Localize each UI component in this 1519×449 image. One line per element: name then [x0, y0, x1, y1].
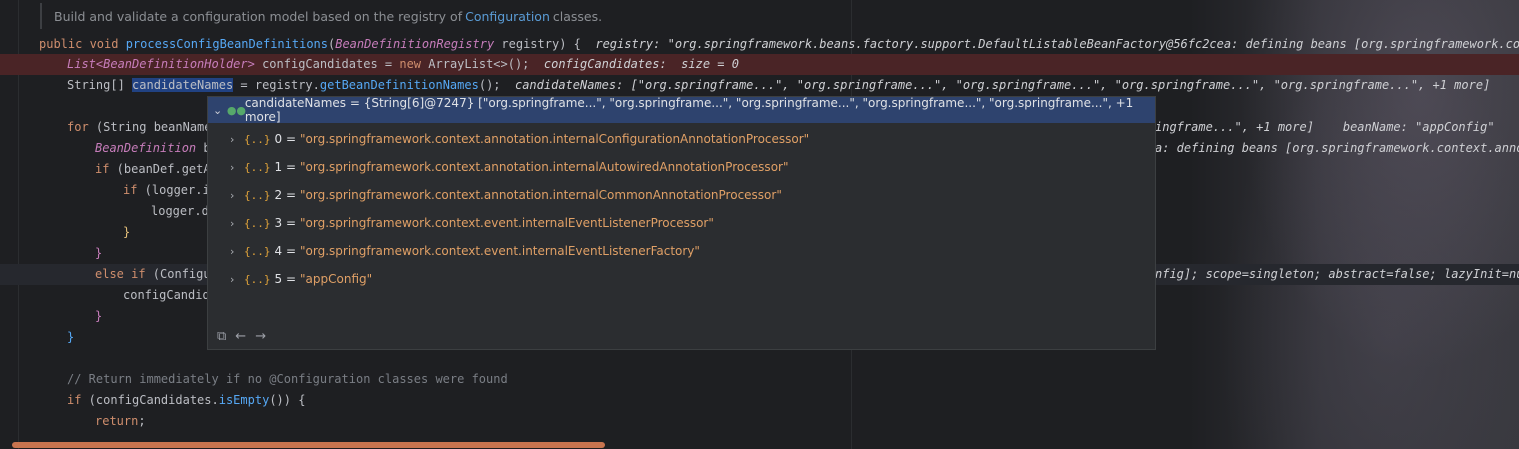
generic-type: <BeanDefinitionHolder> [95, 57, 255, 71]
debug-value-popup[interactable]: ⌄ ●● candidateNames = {String[6]@7247} [… [207, 96, 1156, 350]
keyword: else if [95, 267, 146, 281]
object-icon: {..} [244, 272, 271, 286]
param-rest: registry) { [494, 37, 581, 51]
code-line[interactable]: public void processConfigBeanDefinitions… [0, 34, 1519, 55]
keyword: new [399, 57, 429, 71]
code-editor[interactable]: Build and validate a configuration model… [0, 0, 1519, 449]
debug-inline-value: a: defining beans [org.springframework.c… [1155, 141, 1519, 155]
method-call: getBeanDefinitionNames [319, 78, 479, 92]
horizontal-scrollbar[interactable] [12, 442, 605, 448]
code-text: = registry. [233, 78, 320, 92]
param-type: BeanDefinitionRegistry [335, 37, 495, 51]
object-icon: {..} [244, 216, 271, 230]
popup-header-row[interactable]: ⌄ ●● candidateNames = {String[6]@7247} [… [208, 96, 1155, 124]
code-line[interactable]: return; [0, 411, 1519, 432]
keyword: public void [39, 37, 126, 51]
code-line-breakpoint[interactable]: List<BeanDefinitionHolder> configCandida… [0, 54, 1519, 75]
element-index: 2 = [274, 188, 297, 202]
array-element-row[interactable]: › {..} 2 = "org.springframework.context.… [208, 181, 1155, 209]
code-text: (String beanName [88, 120, 212, 134]
code-text: (logger.i [137, 183, 210, 197]
code-text: configCandid [123, 288, 210, 302]
doc-suffix: classes. [552, 8, 603, 24]
element-value: "org.springframework.context.annotation.… [300, 160, 789, 174]
keyword: if [67, 393, 82, 407]
chevron-right-icon[interactable]: › [230, 189, 242, 202]
code-comment: // Return immediately if no @Configurati… [67, 372, 508, 386]
brace: } [67, 330, 75, 344]
element-index: 0 = [274, 132, 297, 146]
keyword: if [95, 162, 110, 176]
chevron-right-icon[interactable]: › [230, 245, 242, 258]
element-value: "org.springframework.context.annotation.… [300, 132, 810, 146]
watch-glasses-icon: ●● [226, 103, 247, 117]
element-value: "org.springframework.context.event.inter… [300, 216, 714, 230]
array-element-row[interactable]: › {..} 5 = "appConfig" [208, 265, 1155, 293]
back-arrow-icon[interactable]: ← [235, 329, 246, 344]
popup-header-text: candidateNames = {String[6]@7247} ["org.… [244, 96, 1134, 124]
brace: } [123, 225, 131, 239]
element-index: 3 = [274, 216, 297, 230]
element-value: "appConfig" [300, 272, 373, 286]
code-text: ()) { [269, 393, 306, 407]
chevron-down-icon[interactable]: ⌄ [213, 104, 223, 117]
code-text: (configCandidates. [81, 393, 219, 407]
constructor: ArrayList<>(); [428, 57, 530, 71]
selected-identifier[interactable]: candidateNames [132, 78, 234, 92]
debug-inline-value: ingframe...", +1 more] beanName: "appCon… [1155, 120, 1495, 134]
brace: } [95, 309, 103, 323]
javadoc-rendered: Build and validate a configuration model… [40, 3, 602, 29]
object-icon: {..} [244, 244, 271, 258]
debug-inline-value: candidateNames: ["org.springframe...", "… [514, 78, 1491, 92]
doc-text: Build and validate a configuration model… [54, 8, 463, 24]
chevron-right-icon[interactable]: › [230, 161, 242, 174]
object-icon: {..} [244, 132, 271, 146]
type-name: String[] [67, 78, 133, 92]
element-value: "org.springframework.context.annotation.… [300, 188, 782, 202]
keyword: for [67, 120, 89, 134]
forward-arrow-icon[interactable]: → [255, 329, 266, 344]
array-element-row[interactable]: › {..} 4 = "org.springframework.context.… [208, 237, 1155, 265]
code-text: (beanDef.getA [109, 162, 211, 176]
method-name: processConfigBeanDefinitions [125, 37, 328, 51]
doc-link[interactable]: Configuration [465, 9, 550, 24]
chevron-right-icon[interactable]: › [230, 217, 242, 230]
code-text: ; [138, 414, 146, 428]
type-name: BeanDefinition [95, 141, 197, 155]
chevron-right-icon[interactable]: › [230, 273, 242, 286]
object-icon: {..} [244, 160, 271, 174]
code-text: (); [478, 78, 501, 92]
popup-toolbar: ⧉ ← → [208, 323, 1155, 349]
array-element-row[interactable]: › {..} 0 = "org.springframework.context.… [208, 125, 1155, 153]
keyword: return [95, 414, 139, 428]
element-index: 5 = [274, 272, 297, 286]
code-text: (Configu [145, 267, 211, 281]
keyword: if [123, 183, 138, 197]
code-line[interactable]: String[] candidateNames = registry.getBe… [0, 75, 1519, 96]
array-element-row[interactable]: › {..} 3 = "org.springframework.context.… [208, 209, 1155, 237]
element-value: "org.springframework.context.event.inter… [300, 244, 700, 258]
code-text: logger.d [151, 204, 209, 218]
pin-icon[interactable]: ⧉ [217, 329, 226, 344]
method-call: isEmpty [218, 393, 270, 407]
code-line[interactable]: if (configCandidates.isEmpty()) { [0, 390, 1519, 411]
debug-inline-value: nfig]; scope=singleton; abstract=false; … [1155, 267, 1519, 281]
element-index: 1 = [274, 160, 297, 174]
array-element-row[interactable]: › {..} 1 = "org.springframework.context.… [208, 153, 1155, 181]
type-name: List [67, 57, 96, 71]
brace: } [95, 246, 103, 260]
element-index: 4 = [274, 244, 297, 258]
code-text: configCandidates = [254, 57, 400, 71]
debug-inline-value: registry: "org.springframework.beans.fac… [595, 37, 1519, 51]
object-icon: {..} [244, 188, 271, 202]
chevron-right-icon[interactable]: › [230, 133, 242, 146]
code-line[interactable]: // Return immediately if no @Configurati… [0, 369, 1519, 390]
debug-inline-value: configCandidates: size = 0 [543, 57, 739, 71]
